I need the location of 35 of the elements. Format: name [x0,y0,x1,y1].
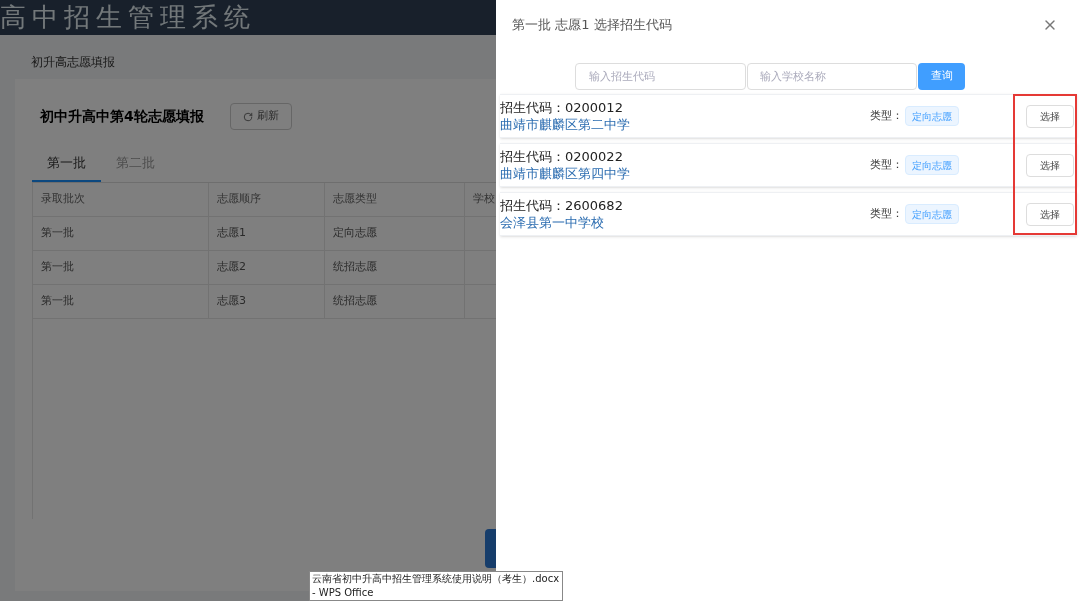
school-input-field[interactable]: 输入学校名称 [747,63,917,90]
drawer-title: 第一批 志愿1 选择招生代码 [512,16,672,35]
school-link[interactable]: 会泽县第一中学校 [500,214,870,231]
type-tag: 定向志愿 [905,155,959,175]
table-cell: 志愿2 [209,251,325,284]
admission-code: 招生代码：0200012 [500,99,624,116]
type-tag: 定向志愿 [905,106,959,126]
select-button[interactable]: 选择 [1026,202,1074,226]
table-cell: 定向志愿 [325,217,465,250]
select-button[interactable]: 选择 [1026,104,1074,128]
refresh-button[interactable]: 刷新 [229,103,292,130]
file-tooltip: 云南省初中升高中招生管理系统使用说明（考生）.docx - WPS Office [309,571,563,601]
result-row[interactable]: 招生代码：2600682 会泽县第一中学校 类型： 定向志愿 选择 [500,192,1077,236]
table-cell: 志愿3 [209,285,325,318]
school-link[interactable]: 曲靖市麒麟区第四中学 [500,165,870,182]
refresh-icon [242,111,253,122]
admission-code: 招生代码：0200022 [500,148,624,165]
table-cell: 统招志愿 [325,251,465,284]
select-button[interactable]: 选择 [1026,153,1074,177]
breadcrumb: 初升高志愿填报 [31,55,115,69]
code-input-field[interactable]: 输入招生代码 [575,63,746,90]
school-link[interactable]: 曲靖市麒麟区第二中学 [500,116,870,133]
type-tag: 定向志愿 [905,204,959,224]
table-cell: 志愿1 [209,217,325,250]
type-label: 类型： [870,205,903,222]
app-title: 高中招生管理系统 [0,1,256,34]
result-row[interactable]: 招生代码：0200012 曲靖市麒麟区第二中学 类型： 定向志愿 选择 [500,94,1077,138]
result-row[interactable]: 招生代码：0200022 曲靖市麒麟区第四中学 类型： 定向志愿 选择 [500,143,1077,187]
card-title: 初中升高中第4轮志愿填报 [40,107,204,126]
column-header: 志愿顺序 [209,183,325,216]
type-label: 类型： [870,156,903,173]
type-label: 类型： [870,107,903,124]
column-header: 志愿类型 [325,183,465,216]
table-cell: 统招志愿 [325,285,465,318]
column-header: 录取批次 [33,183,209,216]
